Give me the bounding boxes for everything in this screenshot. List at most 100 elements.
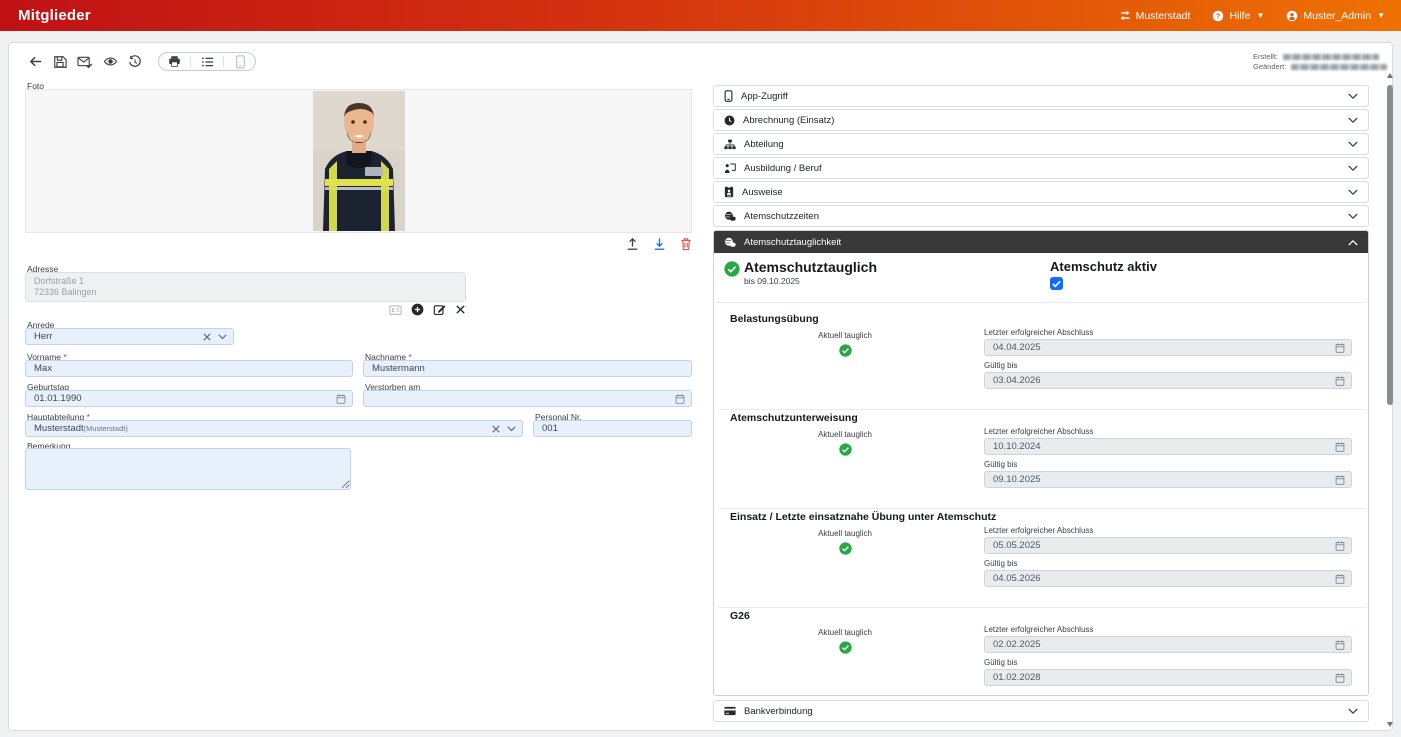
nav-item-hilfe[interactable]: ? Hilfe ▼ xyxy=(1212,10,1264,22)
accordion-abteilung[interactable]: Abteilung xyxy=(713,133,1369,155)
id-badge-icon xyxy=(724,186,734,198)
aktuell-tauglich-label: Aktuell tauglich xyxy=(730,628,960,637)
hauptabteilung-value: Musterstadt xyxy=(34,423,84,434)
chevron-down-icon[interactable] xyxy=(218,334,227,340)
accordion-app-zugriff[interactable]: App-Zugriff xyxy=(713,85,1369,107)
chevron-down-icon xyxy=(1348,708,1358,715)
hauptabteilung-suffix: (Musterstadt) xyxy=(84,424,128,433)
calendar-icon[interactable] xyxy=(1335,375,1345,386)
caret-down-icon: ▼ xyxy=(1377,11,1385,20)
mobile-icon xyxy=(724,90,733,102)
preview-eye-button[interactable] xyxy=(102,54,118,70)
print-list-group xyxy=(158,52,256,71)
header-nav: Musterstadt ? Hilfe ▼ Muster_Admin ▼ xyxy=(1119,10,1385,22)
created-value-redacted xyxy=(1283,54,1379,60)
member-detail-card: Erstellt: Geändert: Foto xyxy=(8,42,1393,731)
hauptabteilung-select[interactable]: Musterstadt(Musterstadt) xyxy=(25,420,523,437)
accordion-atemschutztauglichkeit-header[interactable]: Atemschutztauglichkeit xyxy=(714,231,1368,253)
anrede-select[interactable]: Herr xyxy=(25,328,234,345)
check-circle-icon xyxy=(839,641,852,654)
accordion-atemschutztauglichkeit-expanded: Atemschutztauglichkeit Atemschutztauglic… xyxy=(713,230,1369,696)
gueltig-label: Gültig bis xyxy=(984,658,1352,667)
chevron-down-icon xyxy=(1348,93,1358,100)
status-check-circle-icon xyxy=(724,261,740,277)
record-meta: Erstellt: Geändert: xyxy=(1253,52,1387,72)
user-icon xyxy=(1286,10,1298,22)
gueltig-value: 03.04.2026 xyxy=(993,375,1041,386)
aktuell-tauglich-label: Aktuell tauglich xyxy=(730,529,960,538)
mail-check-button[interactable] xyxy=(77,54,93,70)
svg-text:?: ? xyxy=(1216,11,1221,20)
changed-value-redacted xyxy=(1291,64,1387,70)
history-button[interactable] xyxy=(127,54,143,70)
delete-photo-button[interactable] xyxy=(680,237,692,251)
exchange-icon xyxy=(1119,10,1131,21)
list-button[interactable] xyxy=(199,54,215,70)
calendar-icon[interactable] xyxy=(1335,342,1345,353)
accordion-ausbildung[interactable]: Ausbildung / Beruf xyxy=(713,157,1369,179)
verstorben-date-input[interactable] xyxy=(363,390,692,407)
adresse-actions xyxy=(25,303,466,316)
check-group-title: Atemschutzunterweisung xyxy=(730,412,858,424)
edit-address-button[interactable] xyxy=(433,303,446,316)
check-group-belastungsuebung: Belastungsübung Aktuell tauglich Letzter… xyxy=(714,311,1370,410)
status-until: bis 09.10.2025 xyxy=(744,276,800,286)
photo-actions xyxy=(25,237,692,251)
calendar-icon[interactable] xyxy=(1335,441,1345,452)
print-button[interactable] xyxy=(166,54,182,70)
check-group-g26: G26 Aktuell tauglich Letzter erfolgreich… xyxy=(714,608,1370,707)
created-label: Erstellt: xyxy=(1253,52,1278,62)
accordion-label: Ausweise xyxy=(742,187,783,198)
respirator-mask-icon xyxy=(724,211,736,222)
nav-item-musterstadt[interactable]: Musterstadt xyxy=(1119,10,1191,22)
calendar-icon[interactable] xyxy=(336,393,346,404)
save-button[interactable] xyxy=(52,54,68,70)
calendar-icon[interactable] xyxy=(675,393,685,404)
nav-item-user-menu[interactable]: Muster_Admin ▼ xyxy=(1286,10,1385,22)
clear-address-button[interactable] xyxy=(455,304,466,315)
vorname-input[interactable] xyxy=(25,360,353,377)
accordion-bankverbindung[interactable]: Bankverbindung xyxy=(713,700,1369,722)
nachname-input[interactable] xyxy=(363,360,692,377)
abschluss-date-input: 04.04.2025 xyxy=(984,339,1352,356)
gueltig-label: Gültig bis xyxy=(984,460,1352,469)
chevron-down-icon xyxy=(1348,213,1358,220)
geburtstag-date-input[interactable]: 01.01.1990 xyxy=(25,390,353,407)
calendar-icon[interactable] xyxy=(1335,672,1345,683)
gueltig-value: 09.10.2025 xyxy=(993,474,1041,485)
check-circle-icon xyxy=(839,344,852,357)
check-circle-icon xyxy=(839,542,852,555)
scroll-up-arrow[interactable] xyxy=(1387,73,1393,78)
calendar-icon[interactable] xyxy=(1335,540,1345,551)
scrollbar-thumb[interactable] xyxy=(1387,85,1393,405)
calendar-icon[interactable] xyxy=(1335,474,1345,485)
mobile-button-disabled[interactable] xyxy=(232,54,248,70)
calendar-icon[interactable] xyxy=(1335,639,1345,650)
personalnr-input[interactable] xyxy=(533,420,692,437)
bemerkung-textarea[interactable] xyxy=(25,448,351,490)
abschluss-date-input: 02.02.2025 xyxy=(984,636,1352,653)
detail-sections: App-Zugriff Abrechnung (Einsatz) Abteilu… xyxy=(713,85,1369,730)
atemschutz-aktiv-checkbox[interactable] xyxy=(1050,277,1063,290)
accordion-atemschutzzeiten[interactable]: Atemschutzzeiten xyxy=(713,205,1369,227)
accordion-label: Bankverbindung xyxy=(744,706,813,717)
chevron-down-icon xyxy=(1348,189,1358,196)
chevron-down-icon xyxy=(1348,141,1358,148)
anrede-value: Herr xyxy=(34,331,52,342)
calendar-icon[interactable] xyxy=(1335,573,1345,584)
scroll-down-arrow[interactable] xyxy=(1387,722,1393,727)
clear-icon[interactable] xyxy=(492,425,500,433)
accordion-abrechnung[interactable]: Abrechnung (Einsatz) xyxy=(713,109,1369,131)
abschluss-label: Letzter erfolgreicher Abschluss xyxy=(984,328,1352,337)
download-photo-button[interactable] xyxy=(653,237,666,251)
abschluss-date-input: 05.05.2025 xyxy=(984,537,1352,554)
back-button[interactable] xyxy=(27,54,43,70)
clear-icon[interactable] xyxy=(203,333,211,341)
divider xyxy=(190,56,191,67)
upload-photo-button[interactable] xyxy=(626,237,639,251)
abschluss-value: 04.04.2025 xyxy=(993,342,1041,353)
add-address-button[interactable] xyxy=(411,303,424,316)
accordion-ausweise[interactable]: Ausweise xyxy=(713,181,1369,203)
changed-label: Geändert: xyxy=(1253,62,1286,72)
chevron-down-icon[interactable] xyxy=(507,426,516,432)
